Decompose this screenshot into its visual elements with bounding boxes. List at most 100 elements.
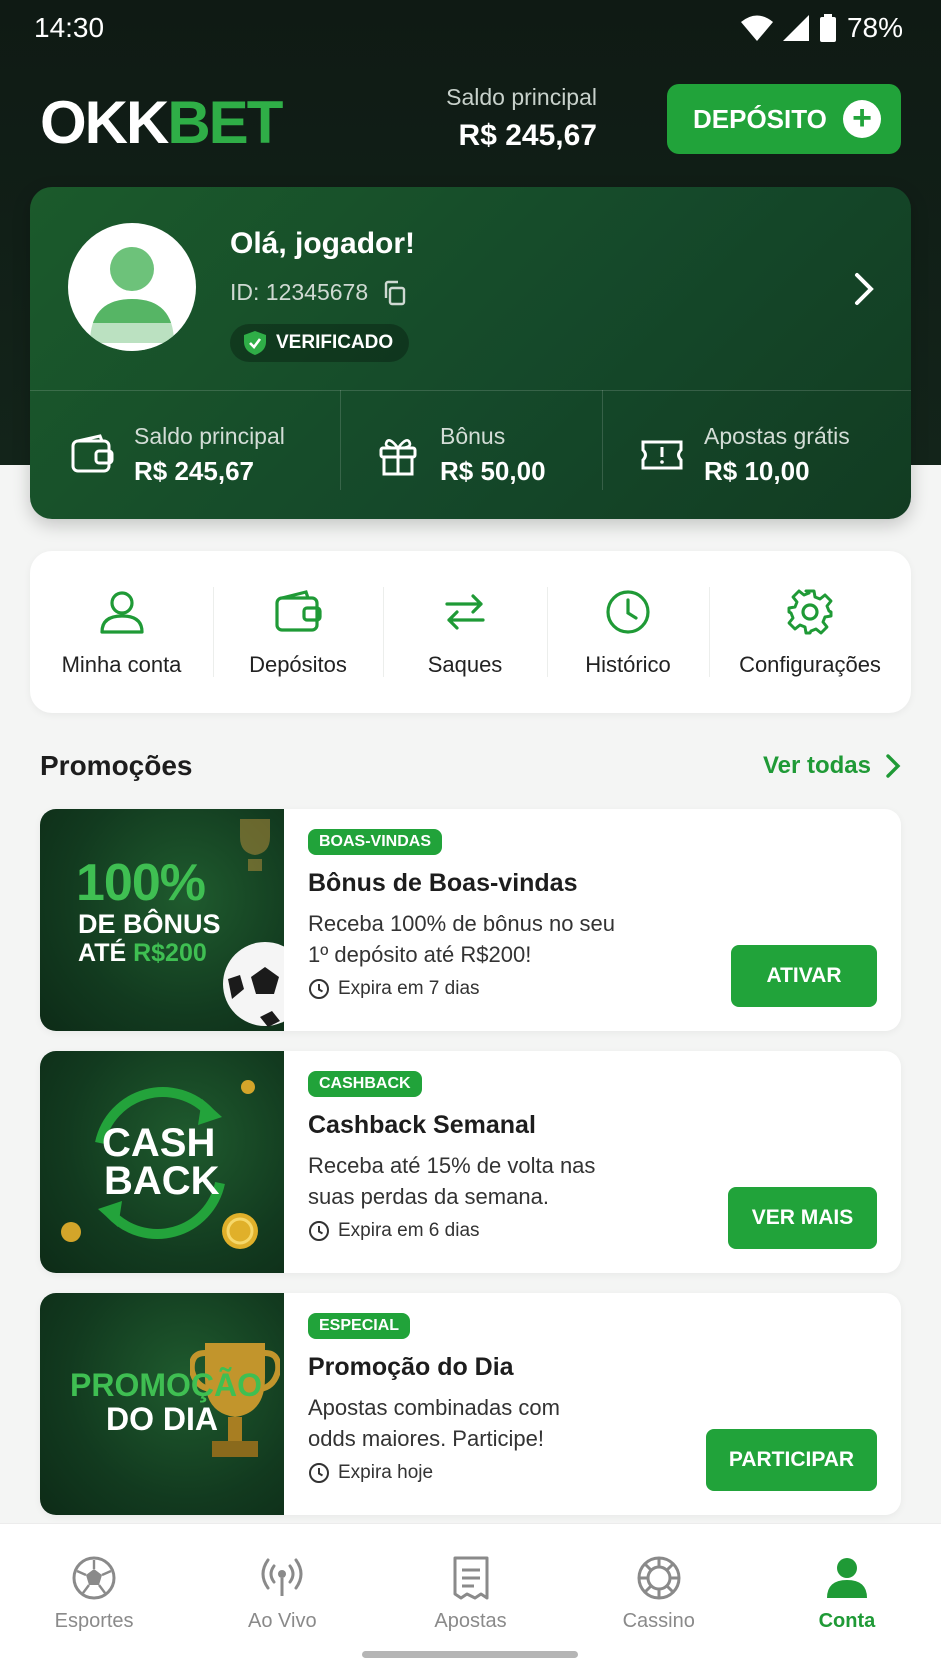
promo-image-limit: ATÉ R$200 xyxy=(78,939,207,968)
chevron-right-icon[interactable] xyxy=(853,271,875,307)
promo-card-daily[interactable]: PROMOÇÃO DO DIA ESPECIAL Promoção do Dia… xyxy=(40,1293,901,1515)
user-icon xyxy=(826,1558,867,1598)
nav-bets[interactable]: Apostas xyxy=(376,1524,564,1672)
live-broadcast-icon xyxy=(261,1558,303,1596)
promotions-header: Promoções Ver todas xyxy=(40,750,901,790)
see-more-button[interactable]: VER MAIS xyxy=(728,1187,877,1249)
header-balance-value: R$ 245,67 xyxy=(458,119,597,152)
trophy-icon xyxy=(240,819,270,871)
nav-label: Ao Vivo xyxy=(248,1610,317,1632)
promo-image-welcome: 100% DE BÔNUS ATÉ R$200 xyxy=(40,809,284,1031)
logo-text-bet: BET xyxy=(167,89,283,156)
promo-expiry-text: Expira hoje xyxy=(338,1462,434,1483)
profile-card[interactable]: Olá, jogador! ID: 12345678 VERIFICADO Sa… xyxy=(30,187,911,519)
promo-title: Promoção do Dia xyxy=(308,1353,514,1381)
nav-label: Apostas xyxy=(434,1610,507,1632)
verified-badge: VERIFICADO xyxy=(230,324,410,362)
casino-chip-icon xyxy=(637,1556,681,1600)
menu-label: Saques xyxy=(427,652,503,677)
profile-greeting: Olá, jogador! xyxy=(230,227,416,260)
plus-icon: + xyxy=(843,100,881,138)
soccer-ball-icon xyxy=(223,942,284,1027)
promo-expiry-text: Expira em 7 dias xyxy=(338,978,480,999)
promo-card-cashback[interactable]: CASH BACK CASHBACK Cashback Semanal Rece… xyxy=(40,1051,901,1273)
promo-expiry: Expira em 6 dias xyxy=(308,1220,688,1242)
free-bets-value: R$ 10,00 xyxy=(704,455,810,486)
status-time: 14:30 xyxy=(34,12,105,43)
menu-history[interactable]: Histórico xyxy=(547,551,709,713)
wallet-icon xyxy=(71,433,114,472)
activate-button[interactable]: ATIVAR xyxy=(731,945,877,1007)
menu-my-account[interactable]: Minha conta xyxy=(30,551,213,713)
promo-expiry-text: Expira em 6 dias xyxy=(338,1220,480,1241)
avatar xyxy=(68,223,196,351)
promo-tag: ESPECIAL xyxy=(308,1313,411,1339)
bottom-navigation: Esportes Ao Vivo Apostas Cassino Conta xyxy=(0,1524,941,1672)
okkbet-logo[interactable]: OKKBET xyxy=(40,88,283,158)
promo-image-percent: 100% xyxy=(76,854,206,912)
ticket-icon xyxy=(641,440,683,469)
status-indicators: 78% xyxy=(740,12,903,44)
nav-live[interactable]: Ao Vivo xyxy=(188,1524,376,1672)
nav-account[interactable]: Conta xyxy=(753,1524,941,1672)
promo-body: CASHBACK Cashback Semanal Receba até 15%… xyxy=(308,1071,688,1242)
header-balance-label: Saldo principal xyxy=(446,84,597,110)
copy-icon[interactable] xyxy=(382,280,408,306)
see-all-label: Ver todas xyxy=(762,752,871,779)
menu-settings[interactable]: Configurações xyxy=(709,551,911,713)
gold-coin-icon xyxy=(222,1213,258,1249)
transfer-arrows-icon xyxy=(445,594,485,630)
wallet-value: R$ 245,67 xyxy=(134,455,254,486)
wallet-item-free-bets[interactable]: Apostas grátis R$ 10,00 xyxy=(602,390,911,519)
wallet-item-main[interactable]: Saldo principal R$ 245,67 xyxy=(30,390,340,519)
promotions-title: Promoções xyxy=(40,750,193,781)
user-icon xyxy=(99,591,144,634)
see-all-link[interactable]: Ver todas xyxy=(763,752,901,780)
promo-expiry: Expira hoje xyxy=(308,1462,688,1484)
user-avatar-icon xyxy=(68,247,196,351)
promo-image-daily: PROMOÇÃO DO DIA xyxy=(40,1293,284,1515)
deposit-button-label: DEPÓSITO xyxy=(693,103,827,134)
promo-body: ESPECIAL Promoção do Dia Apostas combina… xyxy=(308,1313,688,1484)
nav-casino[interactable]: Cassino xyxy=(565,1524,753,1672)
clock-icon xyxy=(309,979,329,999)
promo-title: Cashback Semanal xyxy=(308,1111,536,1139)
promo-image-limit-amount: R$200 xyxy=(133,939,207,967)
promo-card-welcome[interactable]: 100% DE BÔNUS ATÉ R$200 BOAS-VINDAS Bônu… xyxy=(40,809,901,1031)
user-id: ID: 12345678 xyxy=(230,279,369,305)
promo-description: Receba 100% de bônus no seu 1º depósito … xyxy=(308,911,616,967)
verified-label: VERIFICADO xyxy=(276,332,394,353)
promo-image-promocao: PROMOÇÃO xyxy=(70,1367,262,1403)
status-bar: 14:30 78% xyxy=(0,0,941,56)
promo-expiry: Expira em 7 dias xyxy=(308,978,688,1000)
menu-label: Configurações xyxy=(739,652,881,677)
gift-icon xyxy=(379,438,417,475)
battery-percent: 78% xyxy=(846,12,903,43)
menu-label: Histórico xyxy=(585,652,671,677)
promo-image-limit-prefix: ATÉ xyxy=(78,939,134,967)
menu-label: Depósitos xyxy=(249,652,347,677)
wifi-icon xyxy=(740,15,773,41)
wallet-item-bonus[interactable]: Bônus R$ 50,00 xyxy=(340,390,602,519)
participate-button[interactable]: PARTICIPAR xyxy=(706,1429,877,1491)
promo-description: Apostas combinadas com odds maiores. Par… xyxy=(308,1395,560,1451)
home-indicator[interactable] xyxy=(362,1651,578,1658)
promo-image-back: BACK xyxy=(104,1159,220,1203)
nav-sports[interactable]: Esportes xyxy=(0,1524,188,1672)
nav-label: Esportes xyxy=(54,1610,134,1632)
cell-signal-icon xyxy=(782,15,809,41)
deposit-button[interactable]: DEPÓSITO + xyxy=(667,84,901,154)
promo-tag: BOAS-VINDAS xyxy=(308,829,443,855)
clock-icon xyxy=(309,1463,329,1483)
battery-icon xyxy=(819,14,836,42)
bonus-value: R$ 50,00 xyxy=(440,455,546,486)
menu-label: Minha conta xyxy=(61,652,182,677)
menu-withdrawals[interactable]: Saques xyxy=(383,551,547,713)
user-id-row: ID: 12345678 xyxy=(230,279,408,306)
bonus-label: Bônus xyxy=(440,422,506,449)
shield-check-icon xyxy=(244,331,266,355)
nav-label: Conta xyxy=(818,1610,876,1632)
menu-deposits[interactable]: Depósitos xyxy=(213,551,383,713)
logo-text-ok: OKK xyxy=(40,89,169,156)
promo-image-cashback: CASH BACK xyxy=(40,1051,284,1273)
